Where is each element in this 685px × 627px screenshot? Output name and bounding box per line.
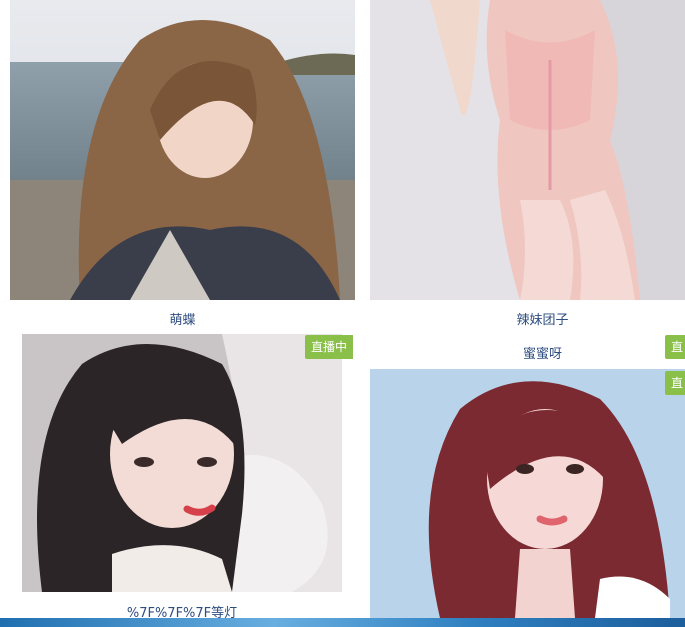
streamer-photo-4 — [370, 369, 685, 618]
streamer-card-image-2[interactable] — [370, 0, 685, 300]
live-status-badge-5: 直 — [665, 371, 685, 395]
live-status-badge-3: 直播中 — [305, 335, 354, 359]
streamer-card-image-3[interactable] — [22, 334, 342, 592]
bottom-edge-bar — [0, 618, 685, 627]
streamer-name-1[interactable]: 萌蝶 — [10, 309, 355, 328]
streamer-photo-2 — [370, 0, 685, 300]
streamer-card-image-4[interactable] — [370, 369, 685, 618]
live-status-badge-4: 直 — [665, 335, 685, 359]
streamer-photo-3 — [22, 334, 342, 592]
streamer-name-4[interactable]: 蜜蜜呀 — [370, 343, 685, 362]
streamer-name-2[interactable]: 辣妹团子 — [370, 309, 685, 328]
streamer-card-image-1[interactable] — [10, 0, 355, 300]
streamer-photo-1 — [10, 0, 355, 300]
